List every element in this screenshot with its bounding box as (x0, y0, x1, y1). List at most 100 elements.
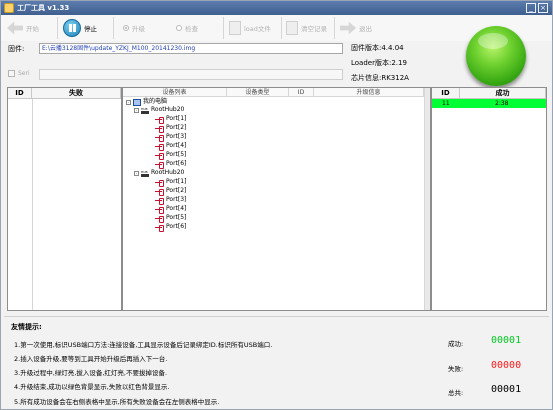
total-count: 00001 (491, 384, 522, 395)
mode-upgrade-label: 升级 (132, 25, 145, 33)
mode-upgrade-radio[interactable]: 升级 (123, 18, 145, 38)
tip-line: 2.插入设备升级,要等到工具开始升级后再插入下一台. (14, 355, 168, 363)
collapse-icon[interactable]: - (134, 170, 139, 176)
port-label: Port[2] (166, 124, 187, 131)
port-label: Port[6] (166, 160, 187, 167)
usb-icon (155, 206, 164, 214)
usb-icon (155, 197, 164, 205)
tree-port[interactable]: Port[6] (155, 160, 187, 169)
port-label: Port[5] (166, 151, 187, 158)
usb-icon (155, 134, 164, 142)
tree-hub[interactable]: - RootHub20 (134, 105, 185, 114)
tree-port[interactable]: Port[5] (155, 214, 186, 223)
row-id: 11 (442, 100, 450, 107)
success-col-id: ID (432, 88, 460, 99)
usb-icon (155, 143, 164, 151)
pause-icon (63, 19, 81, 37)
port-label: Port[3] (166, 133, 187, 140)
usb-icon (155, 125, 164, 133)
tree-port[interactable]: Port[3] (155, 133, 187, 142)
title-bar: 工厂工具 v1.33 _ × (1, 1, 552, 15)
col-device-list: 设备列表 (123, 88, 227, 97)
tip-line: 1.第一次使用,标识USB端口方法:连接设备,工具显示设备后记录绑定ID.标识所… (14, 341, 273, 349)
close-button[interactable]: × (538, 3, 548, 13)
port-label: Port[2] (166, 187, 187, 194)
start-button[interactable]: 开始 (7, 18, 39, 38)
exit-label: 退出 (359, 25, 372, 33)
app-icon (4, 3, 14, 13)
tree-port[interactable]: Port[1] (155, 178, 187, 187)
tips-panel: 友情提示: 1.第一次使用,标识USB端口方法:连接设备,工具显示设备后记录绑定… (4, 316, 549, 408)
serial-input[interactable] (39, 69, 343, 80)
computer-icon (133, 98, 141, 106)
usb-icon (155, 179, 164, 187)
tree-port[interactable]: Port[2] (155, 124, 187, 133)
radio-indicator (176, 25, 182, 31)
usb-icon (155, 116, 164, 124)
fail-table: ID 失败 (7, 87, 122, 311)
loader-version: Loader版本:2.19 (351, 59, 407, 67)
tree-port[interactable]: Port[1] (155, 115, 187, 124)
col-device-type: 设备类型 (227, 88, 289, 97)
fail-col-fail: 失败 (32, 88, 121, 99)
serial-checkbox[interactable] (8, 70, 15, 77)
toolbar-divider (57, 17, 58, 39)
clear-record-label: 清空记录 (301, 25, 327, 33)
tree-port[interactable]: Port[4] (155, 142, 187, 151)
tips-title: 友情提示: (11, 323, 42, 331)
status-indicator-button[interactable] (466, 26, 526, 86)
port-label: Port[6] (166, 223, 187, 230)
usb-icon (155, 224, 164, 232)
tree-scrollbar[interactable] (424, 88, 430, 310)
usb-icon (155, 215, 164, 223)
clear-record-button[interactable]: 清空记录 (286, 18, 327, 38)
usb-hub-icon (141, 105, 149, 114)
fail-count-label: 失败: (448, 365, 464, 373)
collapse-icon[interactable]: - (134, 107, 139, 113)
minimize-button[interactable]: _ (526, 3, 536, 13)
success-col-success: 成功 (460, 88, 546, 99)
total-count-label: 总共: (448, 389, 464, 397)
usb-icon (155, 188, 164, 196)
device-tree: 设备列表 设备类型 ID 升级信息 - 我的电脑 - RootHub20 Por… (122, 87, 431, 311)
load-file-label: load文件 (244, 25, 271, 33)
toolbar-divider (223, 17, 224, 39)
tree-hub[interactable]: - RootHub20 (134, 168, 185, 177)
port-label: Port[1] (166, 115, 187, 122)
tree-port[interactable]: Port[3] (155, 196, 187, 205)
exit-button[interactable]: 退出 (340, 18, 372, 38)
port-label: Port[1] (166, 178, 187, 185)
toolbar-divider (113, 17, 114, 39)
column-divider (32, 99, 33, 310)
tree-port[interactable]: Port[5] (155, 151, 187, 160)
port-label: Port[3] (166, 196, 187, 203)
stop-button[interactable]: 停止 (63, 18, 97, 38)
table-row[interactable]: 11 2:38 (432, 99, 546, 108)
file-icon (229, 21, 241, 35)
toolbar-divider (334, 17, 335, 39)
tree-port[interactable]: Port[6] (155, 223, 187, 232)
load-file-button[interactable]: load文件 (229, 18, 271, 38)
success-count-label: 成功: (448, 340, 464, 348)
firmware-version: 固件版本:4.4.04 (351, 44, 404, 52)
window-title: 工厂工具 v1.33 (17, 4, 70, 12)
usb-icon (155, 152, 164, 160)
usb-hub-icon (141, 168, 149, 177)
hub-label: RootHub20 (151, 106, 185, 113)
mode-check-radio[interactable]: 检查 (176, 18, 198, 38)
start-icon (7, 21, 23, 35)
fail-count: 00000 (491, 360, 522, 371)
hub-label: RootHub20 (151, 169, 185, 176)
success-count: 00001 (491, 335, 522, 346)
tree-port[interactable]: Port[4] (155, 205, 187, 214)
stop-label: 停止 (84, 25, 97, 33)
port-label: Port[4] (166, 142, 187, 149)
collapse-icon[interactable]: - (126, 99, 131, 105)
firmware-label: 固件: (8, 45, 25, 53)
usb-icon (155, 161, 164, 169)
tree-port[interactable]: Port[2] (155, 187, 187, 196)
firmware-path-field[interactable]: E:\云播3128固件\update_YZKJ_M100_20141230.im… (39, 43, 343, 54)
toolbar: 开始 停止 升级 检查 load文件 清空记录 退出 (1, 15, 552, 41)
port-label: Port[4] (166, 205, 187, 212)
tip-line: 5.所有成功设备会在右侧表格中显示,所有失败设备会在左侧表格中显示. (14, 398, 220, 406)
